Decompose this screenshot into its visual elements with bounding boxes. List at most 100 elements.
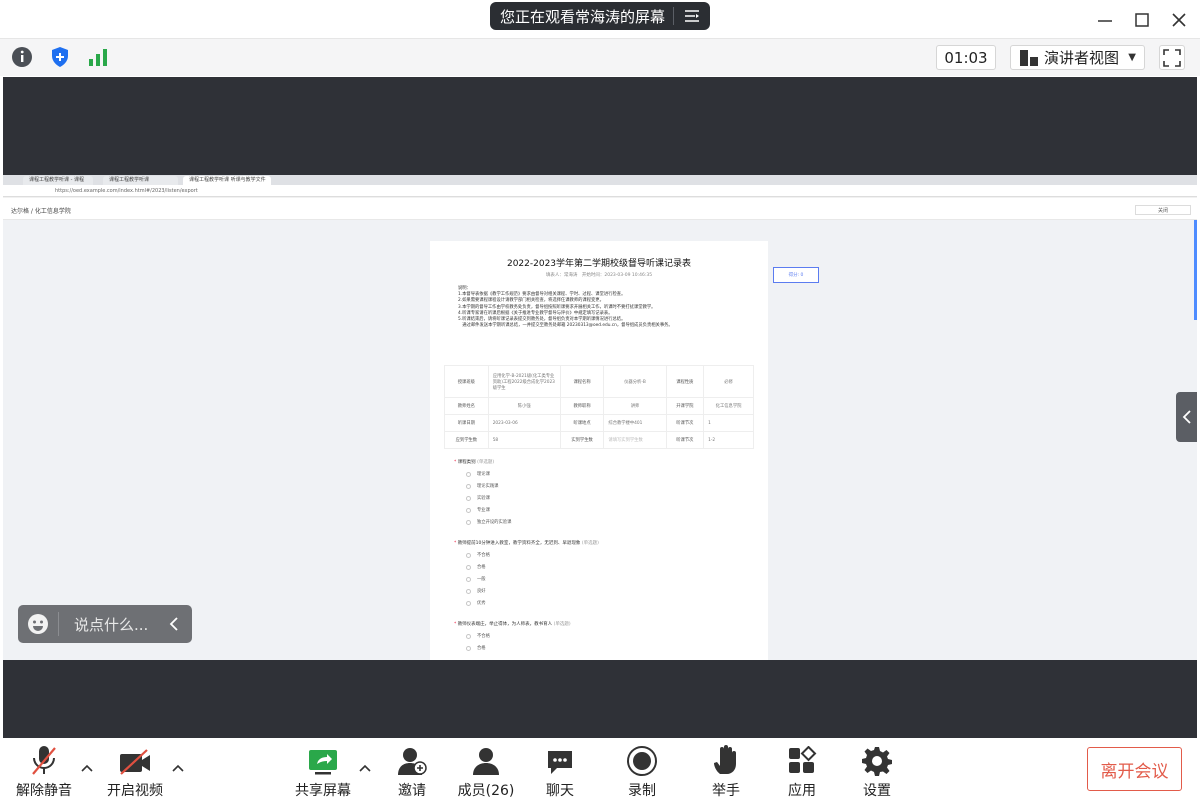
option-label: 合格 [477, 565, 486, 570]
raise-hand-button[interactable]: 举手 [711, 742, 741, 800]
table-cell: 讲师 [603, 397, 667, 415]
table-cell: 仪器分析-B [603, 365, 667, 398]
chat-label: 聊天 [546, 783, 574, 799]
side-panel-toggle[interactable] [1176, 392, 1197, 442]
start-video-label: 开启视频 [107, 783, 163, 799]
option-label: 不合格 [477, 553, 490, 558]
record-icon [627, 742, 657, 776]
share-screen-label: 共享屏幕 [295, 783, 351, 799]
fullscreen-icon[interactable] [1159, 45, 1185, 70]
remote-url: https://oed.example.com/index.html#/2023… [55, 188, 198, 194]
chevron-up-icon[interactable] [357, 760, 373, 776]
radio-option: 一般 [466, 576, 486, 582]
option-label: 一般 [477, 577, 486, 582]
meeting-toolbar: 01:03 演讲者视图 ▼ [0, 38, 1200, 76]
start-video-button[interactable]: 开启视频 [107, 742, 163, 800]
view-mode-dropdown[interactable]: 演讲者视图 ▼ [1010, 45, 1145, 70]
unmute-label: 解除静音 [16, 783, 72, 799]
table-cell: 教师姓名 [444, 397, 489, 415]
close-icon[interactable] [1167, 8, 1191, 32]
raise-hand-label: 举手 [712, 783, 740, 799]
remote-tab-2: 课程工程教学听课 [103, 176, 178, 185]
radio-option: 理论实践课 [466, 483, 498, 489]
invite-button[interactable]: 邀请 [397, 742, 427, 800]
question-label: 教师仪表端庄，举止得体，为人师表，教书育人 [457, 622, 553, 627]
members-button[interactable]: 成员(26) [458, 742, 514, 800]
table-cell: 1-2 [703, 431, 754, 449]
table-cell: 听课地点 [559, 414, 605, 432]
chevron-up-icon[interactable] [170, 760, 186, 776]
evaluation-form: 2022-2023学年第二学期校级督导听课记录表 填表人：常海涛 开始时间：20… [430, 241, 768, 660]
table-cell: 必修 [703, 365, 754, 398]
bottom-control-bar: 解除静音 开启视频 共享屏幕 邀请 成员(26) 聊天 录制 举手 应用 设置 … [0, 738, 1200, 800]
table-cell: 陈小强 [487, 397, 561, 415]
chevron-down-icon: ▼ [1128, 52, 1136, 63]
option-label: 优秀 [477, 601, 486, 606]
layout-icon [1020, 49, 1038, 66]
table-cell: 听课节次 [665, 431, 705, 449]
share-screen-button[interactable]: 共享屏幕 [295, 742, 351, 800]
remote-close-button: 关闭 [1135, 205, 1191, 215]
unmute-button[interactable]: 解除静音 [16, 742, 72, 800]
option-label: 合格 [477, 646, 486, 651]
note-line: 通过邮件发送本学期听课总结，一并提交至教务处邮箱 20230313@oed.ed… [458, 323, 673, 329]
table-row: 授课班级 应用化学-B-2021级(化工类专业资助)工程2022级合成化学202… [444, 365, 754, 398]
radio-option: 专业课 [466, 507, 490, 513]
table-cell: 教师职称 [559, 397, 605, 415]
table-cell: 听课日期 [444, 414, 489, 432]
radio-option: 优秀 [466, 600, 486, 606]
radio-option: 良好 [466, 588, 486, 594]
apps-button[interactable]: 应用 [787, 742, 817, 800]
table-row: 听课日期 2023-03-06 听课地点 综合教学楼中401 听课节次 1 [444, 414, 754, 432]
maximize-icon[interactable] [1130, 8, 1154, 32]
radio-option: 不合格 [466, 552, 490, 558]
radio-option: 合格 [466, 564, 486, 570]
apps-icon [787, 742, 817, 776]
radio-option: 不合格 [466, 633, 490, 639]
table-cell: 2023-03-06 [487, 414, 561, 432]
info-icon[interactable] [10, 45, 34, 69]
option-label: 良好 [477, 589, 486, 594]
view-mode-label: 演讲者视图 [1044, 49, 1120, 67]
microphone-muted-icon [29, 742, 59, 776]
chevron-left-icon [1182, 410, 1191, 424]
leave-meeting-button[interactable]: 离开会议 [1087, 747, 1182, 791]
radio-option: 独立开设的实验课 [466, 519, 511, 525]
chat-bubble-icon [545, 742, 575, 776]
record-button[interactable]: 录制 [627, 742, 657, 800]
option-label: 理论实践课 [477, 484, 499, 489]
remote-browser-tabs: 课程工程教学听课 - 课程 课程工程教学听课 课程工程教学听课 听课与教学文件 [3, 175, 1197, 185]
meeting-window: 您正在观看常海涛的屏幕 01:03 演讲者视图 ▼ 课程工程教学听课 - 课程 … [0, 0, 1200, 800]
share-menu-icon[interactable] [674, 9, 710, 23]
chat-button[interactable]: 聊天 [545, 742, 575, 800]
table-cell: 课程名称 [559, 365, 605, 398]
record-label: 录制 [628, 783, 656, 799]
settings-button[interactable]: 设置 [862, 742, 892, 800]
title-bar: 您正在观看常海涛的屏幕 [0, 0, 1200, 38]
emoji-icon[interactable] [18, 613, 58, 635]
minimize-icon[interactable] [1093, 8, 1117, 32]
remote-scrollbar [1194, 220, 1197, 320]
question-hint: (单选题) [553, 622, 571, 627]
option-label: 理论课 [477, 472, 490, 477]
table-row: 应到学生数 58 实到学生数 请填写实到学生数 听课节次 1-2 [444, 431, 754, 449]
chat-placeholder[interactable]: 说点什么... [59, 614, 159, 635]
chevron-left-icon[interactable] [163, 616, 185, 632]
option-label: 专业课 [477, 508, 490, 513]
table-cell: 授课班级 [444, 365, 489, 398]
security-shield-icon[interactable] [48, 45, 72, 69]
question-hint: (单选题) [477, 460, 495, 465]
form-title: 2022-2023学年第二学期校级督导听课记录表 [506, 259, 692, 269]
share-screen-icon [307, 742, 339, 776]
table-cell: 58 [487, 431, 561, 449]
camera-off-icon [118, 742, 152, 776]
question-1: * 课程类别 (单选题) [454, 460, 495, 465]
invite-label: 邀请 [398, 783, 426, 799]
radio-option: 实验课 [466, 495, 490, 501]
breadcrumb: 达尔格 / 化工信息学院 [11, 208, 71, 215]
quick-chat-input[interactable]: 说点什么... [18, 605, 192, 643]
network-signal-icon[interactable] [86, 45, 110, 69]
settings-label: 设置 [863, 783, 891, 799]
question-3: * 教师仪表端庄，举止得体，为人师表，教书育人 (单选题) [454, 622, 571, 627]
chevron-up-icon[interactable] [79, 760, 95, 776]
